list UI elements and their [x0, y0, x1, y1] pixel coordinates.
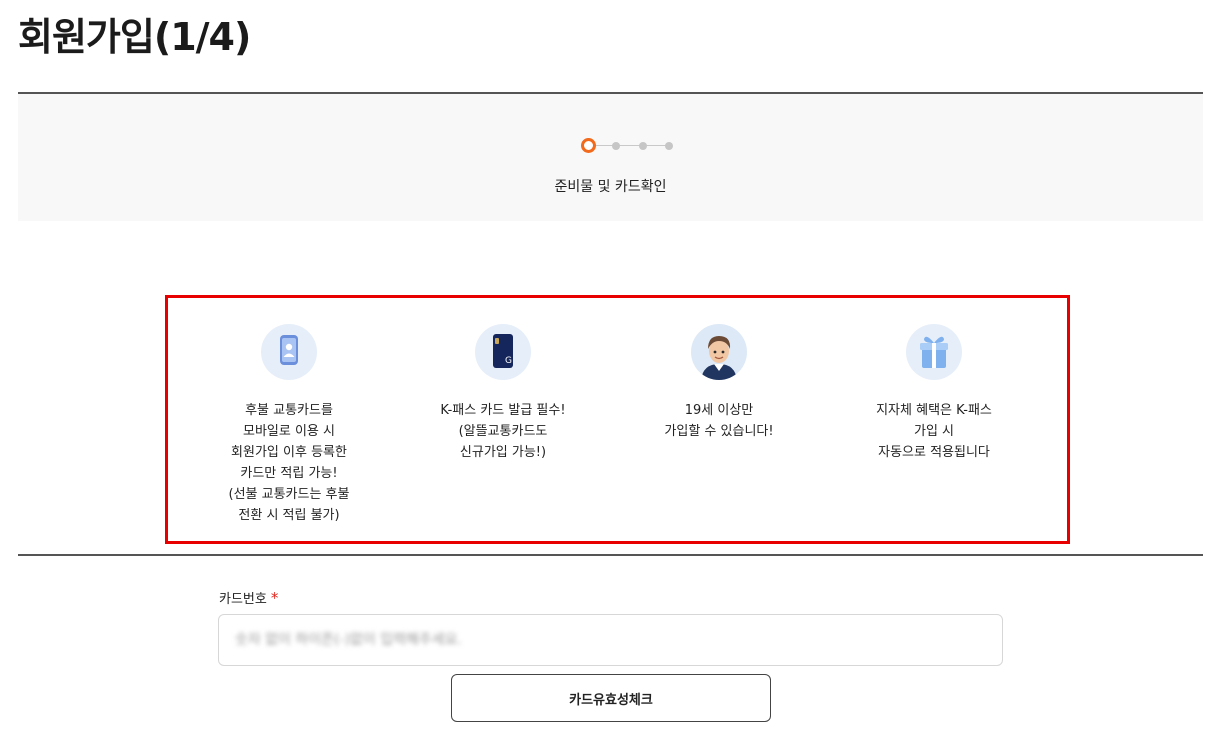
notice-line: 신규가입 가능!) — [459, 445, 547, 460]
notice-box: 후불 교통카드를 모바일로 이용 시 회원가입 이후 등록한 카드만 적립 가능… — [165, 295, 1070, 544]
card-number-label-text: 카드번호 — [219, 592, 267, 607]
card-number-input[interactable] — [218, 614, 1003, 666]
notice-line: 19세 이상만 — [684, 403, 754, 418]
current-step-label: 준비물 및 카드확인 — [554, 179, 667, 195]
step-dot-2 — [612, 142, 620, 150]
notice-line: 모바일로 이용 시 — [243, 424, 335, 439]
notice-item-mobile: 후불 교통카드를 모바일로 이용 시 회원가입 이후 등록한 카드만 적립 가능… — [189, 324, 389, 526]
notice-line: 자동으로 적용됩니다 — [878, 445, 990, 460]
bottom-divider — [18, 554, 1203, 556]
notice-item-kpass: G K-패스 카드 발급 필수! (알뜰교통카드도 신규가입 가능!) — [403, 324, 603, 463]
notice-line: 지자체 혜택은 K-패스 — [876, 403, 992, 418]
step-progress — [581, 138, 676, 154]
transit-card-icon: G — [475, 324, 531, 380]
notice-line: 전환 시 적립 불가) — [238, 508, 340, 523]
notice-item-age: 19세 이상만 가입할 수 있습니다! — [619, 324, 819, 442]
page-title: 회원가입(1/4) — [18, 15, 251, 59]
notice-line: 가입할 수 있습니다! — [664, 424, 774, 439]
gift-box-icon — [906, 324, 962, 380]
person-avatar-icon — [691, 324, 747, 380]
notice-line: (선불 교통카드는 후불 — [228, 487, 350, 502]
step-dot-3 — [639, 142, 647, 150]
svg-text:G: G — [505, 356, 512, 366]
notice-line: 회원가입 이후 등록한 — [231, 445, 347, 460]
notice-line: 카드만 적립 가능! — [240, 466, 338, 481]
notice-line: 후불 교통카드를 — [245, 403, 333, 418]
step-panel: 준비물 및 카드확인 — [18, 94, 1203, 221]
notice-line: (알뜰교통카드도 — [458, 424, 548, 439]
card-validity-check-button[interactable]: 카드유효성체크 — [451, 674, 771, 722]
notice-item-benefit: 지자체 혜택은 K-패스 가입 시 자동으로 적용됩니다 — [834, 324, 1034, 463]
step-dot-1-active — [581, 138, 596, 153]
smartphone-icon — [261, 324, 317, 380]
card-number-label: 카드번호 * — [219, 588, 278, 607]
required-mark: * — [270, 589, 279, 607]
step-dot-4 — [665, 142, 673, 150]
notice-line: 가입 시 — [913, 424, 954, 439]
step-line — [591, 145, 671, 146]
notice-line: K-패스 카드 발급 필수! — [440, 403, 566, 418]
